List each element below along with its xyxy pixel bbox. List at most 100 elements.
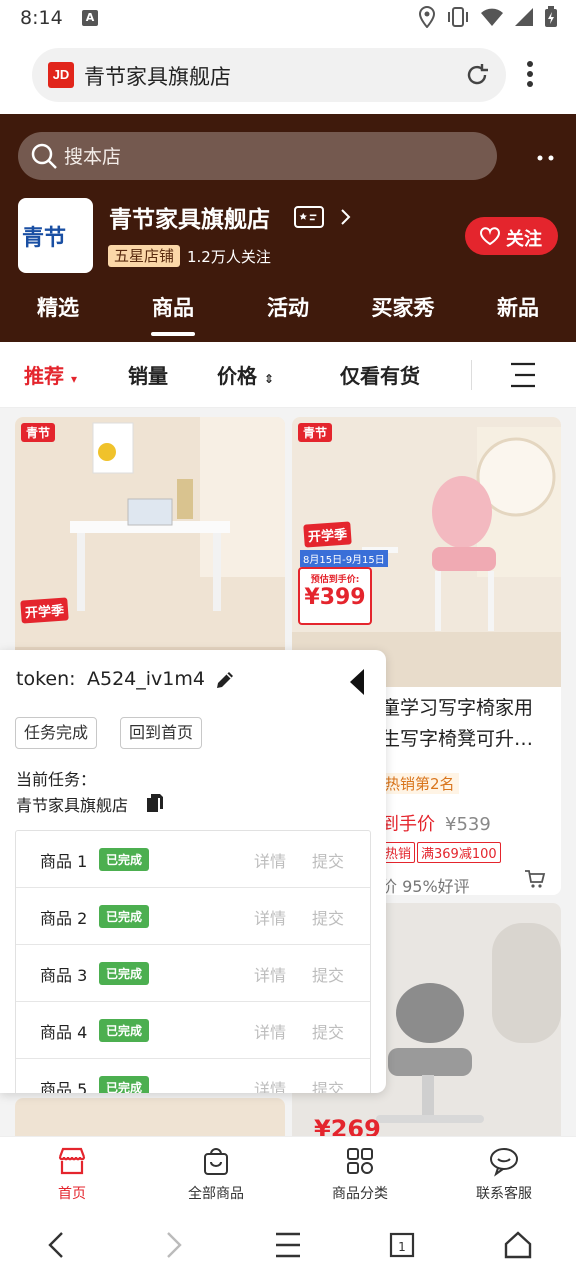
promo-dates: 8月15日-9月15日 bbox=[300, 550, 388, 567]
chat-icon bbox=[490, 1148, 518, 1177]
status-icons bbox=[418, 6, 558, 28]
shop-icon bbox=[58, 1147, 86, 1175]
promo-badge: 开学季 bbox=[303, 521, 352, 548]
submit-link[interactable]: 提交 bbox=[312, 905, 344, 929]
chevron-right-icon[interactable] bbox=[340, 208, 352, 226]
nav-home-label: 首页 bbox=[58, 1186, 86, 1202]
edit-icon[interactable] bbox=[214, 669, 236, 691]
current-task-label: 当前任务： bbox=[16, 770, 97, 789]
signal-icon bbox=[515, 8, 533, 26]
category-icon bbox=[347, 1148, 373, 1174]
store-name[interactable]: 青节家具旗舰店 bbox=[109, 200, 270, 234]
task-row: 商品 2 已完成 详情 提交 bbox=[16, 888, 370, 945]
wifi-icon bbox=[481, 8, 503, 26]
nav-all-products-label: 全部商品 bbox=[188, 1186, 244, 1202]
back-icon[interactable] bbox=[46, 1230, 66, 1260]
product-title: 童学习写字椅家用 bbox=[381, 697, 534, 719]
status-badge: 已完成 bbox=[99, 1076, 150, 1093]
nav-customer-service-label: 联系客服 bbox=[476, 1186, 532, 1202]
cart-icon[interactable] bbox=[524, 868, 546, 890]
collapse-panel-icon[interactable] bbox=[348, 667, 366, 697]
submit-link[interactable]: 提交 bbox=[312, 1076, 344, 1093]
tab-new[interactable]: 新品 bbox=[473, 292, 563, 322]
jd-logo-icon: JD bbox=[48, 62, 74, 88]
task-list: 商品 1 已完成 详情 提交 商品 2 已完成 详情 提交 商品 3 已完成 详… bbox=[15, 830, 371, 1093]
status-time: 8:14 bbox=[20, 7, 63, 29]
submit-link[interactable]: 提交 bbox=[312, 962, 344, 986]
task-name: 商品 1 bbox=[40, 852, 88, 871]
home-icon[interactable] bbox=[504, 1230, 532, 1260]
follow-label: 关注 bbox=[506, 229, 542, 250]
notification-icon: A bbox=[82, 10, 98, 26]
browser-url-bar: JD 青节家具旗舰店 bbox=[0, 38, 576, 114]
product-title-line2: 生写字椅凳可升… bbox=[381, 728, 534, 750]
tab-buyer-show[interactable]: 买家秀 bbox=[358, 292, 448, 322]
rank-badge: 热销第2名 bbox=[381, 773, 459, 794]
status-bar: 8:14 A bbox=[0, 0, 576, 38]
tabs-icon[interactable]: 1 bbox=[389, 1230, 415, 1260]
brand-tag: 青节 bbox=[21, 423, 56, 442]
menu-icon[interactable] bbox=[274, 1230, 302, 1260]
store-search-placeholder: 搜本店 bbox=[64, 146, 122, 168]
token-value: A524_iv1m4 bbox=[87, 668, 205, 690]
tab-events[interactable]: 活动 bbox=[243, 292, 333, 322]
nav-home[interactable]: 首页 bbox=[12, 1145, 132, 1203]
store-logo-text: 青节 bbox=[22, 226, 67, 251]
promo-price-box: 预估到手价: ¥399 bbox=[298, 567, 372, 625]
nav-customer-service[interactable]: 联系客服 bbox=[444, 1145, 564, 1203]
location-icon bbox=[418, 6, 436, 28]
detail-link[interactable]: 详情 bbox=[254, 1019, 286, 1043]
task-name: 商品 2 bbox=[40, 909, 88, 928]
battery-icon bbox=[545, 6, 557, 27]
current-task-value: 青节家具旗舰店 bbox=[16, 796, 129, 815]
promo-price-label: 预估到手价: bbox=[310, 575, 360, 585]
nav-all-products[interactable]: 全部商品 bbox=[156, 1145, 276, 1203]
detail-link[interactable]: 详情 bbox=[254, 848, 286, 872]
task-row: 商品 4 已完成 详情 提交 bbox=[16, 1002, 370, 1059]
store-header: 搜本店 青节 青节家具旗舰店 五星店铺 1.2万人关注 关注 精选 商品 活动 … bbox=[0, 114, 576, 342]
browser-menu-icon[interactable] bbox=[526, 60, 534, 88]
token-label: token: bbox=[16, 668, 76, 690]
back-home-button[interactable]: 回到首页 bbox=[120, 717, 203, 749]
status-badge: 已完成 bbox=[99, 962, 150, 985]
task-row: 商品 1 已完成 详情 提交 bbox=[16, 831, 370, 888]
promo-badge: 开学季 bbox=[20, 597, 69, 624]
product-card[interactable] bbox=[15, 1098, 285, 1136]
product-price: 到手价 ¥539 bbox=[381, 814, 491, 835]
tab-products[interactable]: 商品 bbox=[128, 292, 218, 336]
submit-link[interactable]: 提交 bbox=[312, 1019, 344, 1043]
tab-featured[interactable]: 精选 bbox=[13, 292, 103, 322]
store-search-input[interactable]: 搜本店 bbox=[18, 132, 497, 180]
follow-button[interactable]: 关注 bbox=[465, 217, 558, 255]
nav-categories[interactable]: 商品分类 bbox=[300, 1145, 420, 1203]
task-row: 商品 5 已完成 详情 提交 bbox=[16, 1059, 370, 1093]
submit-link[interactable]: 提交 bbox=[312, 848, 344, 872]
filter-recommend[interactable]: 推荐 ▾ bbox=[24, 360, 77, 389]
store-more-icon[interactable] bbox=[537, 154, 555, 162]
task-row: 商品 3 已完成 详情 提交 bbox=[16, 945, 370, 1002]
detail-link[interactable]: 详情 bbox=[254, 962, 286, 986]
store-level-badge: 五星店铺 bbox=[108, 245, 181, 267]
system-nav-bar: 1 bbox=[0, 1216, 576, 1280]
view-toggle-icon[interactable] bbox=[509, 362, 537, 388]
copy-icon[interactable] bbox=[146, 793, 164, 813]
filter-in-stock[interactable]: 仅看有货 bbox=[340, 360, 420, 389]
store-bottom-nav: 首页 全部商品 商品分类 联系客服 bbox=[0, 1136, 576, 1216]
task-panel: token: A524_iv1m4 任务完成 回到首页 当前任务： 青节家具旗舰… bbox=[0, 650, 386, 1093]
hot-tag: 热销 bbox=[381, 842, 416, 863]
filter-price[interactable]: 价格 ⇕ bbox=[217, 360, 274, 389]
task-complete-button[interactable]: 任务完成 bbox=[15, 717, 98, 749]
forward-icon[interactable] bbox=[164, 1230, 184, 1260]
detail-link[interactable]: 详情 bbox=[254, 1076, 286, 1093]
product-image bbox=[15, 1098, 285, 1136]
promo-price: ¥399 bbox=[304, 585, 366, 610]
store-logo[interactable]: 青节 bbox=[18, 198, 93, 273]
store-tabs: 精选 商品 活动 买家秀 新品 bbox=[0, 288, 576, 342]
address-field[interactable]: JD 青节家具旗舰店 bbox=[32, 48, 506, 102]
store-fans-count: 1.2万人关注 bbox=[187, 248, 271, 266]
detail-link[interactable]: 详情 bbox=[254, 905, 286, 929]
discount-tag: 满369减100 bbox=[417, 842, 501, 863]
filter-sales[interactable]: 销量 bbox=[128, 360, 168, 389]
store-card-icon[interactable] bbox=[294, 206, 324, 228]
reload-icon[interactable] bbox=[464, 62, 490, 88]
